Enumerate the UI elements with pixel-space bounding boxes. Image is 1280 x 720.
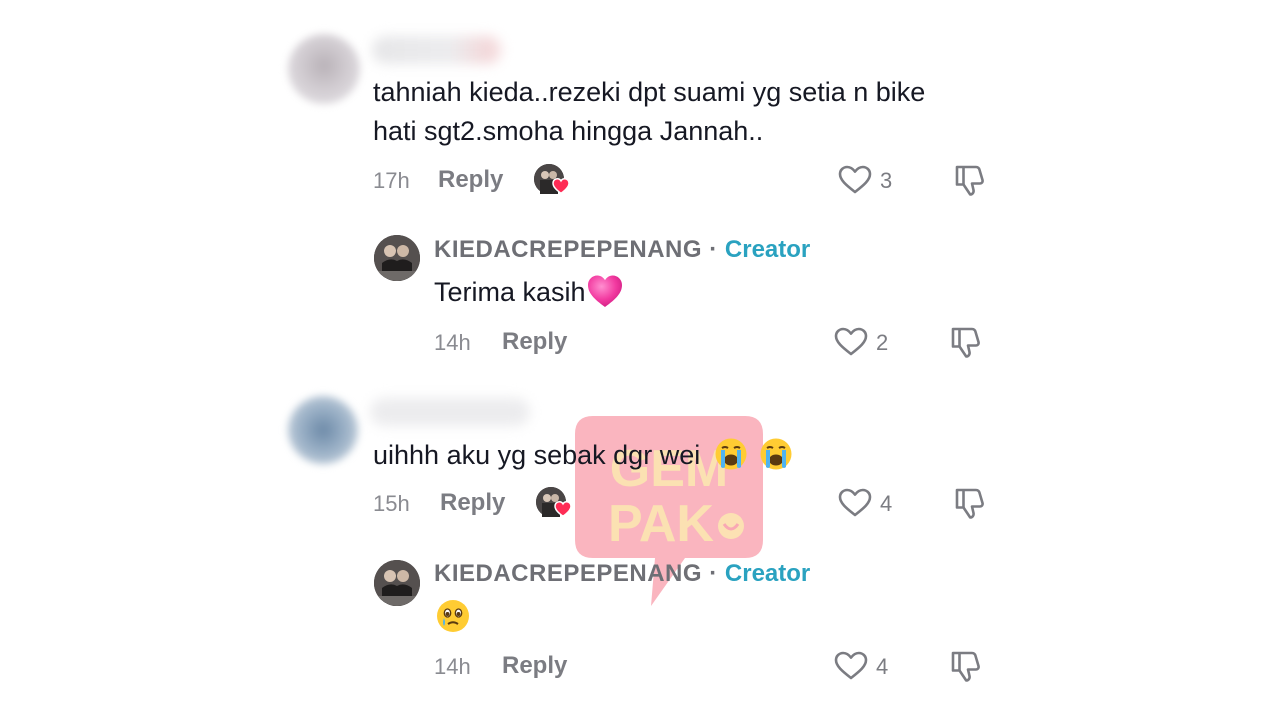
reply-button[interactable]: Reply (502, 328, 567, 356)
like-count: 2 (876, 330, 889, 355)
creator-name-row: KIEDACREPEPENANG · Creator (434, 560, 810, 588)
dislike-icon[interactable] (948, 325, 982, 359)
comment-timestamp: 17h (373, 168, 410, 193)
creator-name-row: KIEDACREPEPENANG · Creator (434, 236, 810, 264)
comment-text-line-1: tahniah kieda..rezeki dpt suami yg setia… (373, 77, 926, 107)
reply-button[interactable]: Reply (438, 166, 503, 194)
commenter-avatar[interactable] (288, 34, 360, 104)
reply-timestamp: 14h (434, 654, 471, 679)
reply-text-content: Terima kasih (434, 277, 586, 307)
face-holding-back-tears-emoji-icon (437, 600, 469, 632)
commenter-username-blurred[interactable] (372, 36, 502, 64)
comment-thread: tahniah kieda..rezeki dpt suami yg setia… (0, 0, 1280, 720)
dislike-icon[interactable] (952, 486, 986, 520)
comment-text-line-2: hati sgt2.smoha hingga Jannah.. (373, 116, 764, 146)
heart-outline-icon[interactable] (834, 651, 868, 681)
reply-button[interactable]: Reply (502, 652, 567, 680)
creator-avatar[interactable] (374, 560, 420, 606)
heart-badge-icon (552, 178, 570, 194)
creator-badge: Creator (724, 236, 811, 263)
heart-outline-icon[interactable] (834, 327, 868, 357)
loudly-crying-face-emoji-icon (715, 438, 747, 470)
separator-dot: · (709, 560, 718, 587)
creator-avatar[interactable] (374, 235, 420, 281)
separator-dot: · (709, 236, 718, 263)
comment-timestamp: 15h (373, 491, 410, 516)
comment-text-content: uihhh aku yg sebak dgr wei (373, 440, 701, 470)
creator-liked-avatar (534, 164, 570, 194)
like-count: 3 (880, 168, 893, 193)
heart-outline-icon[interactable] (838, 165, 872, 195)
dislike-icon[interactable] (948, 649, 982, 683)
comment-text-line-1: uihhh aku yg sebak dgr wei (373, 436, 793, 475)
like-count: 4 (876, 654, 889, 679)
creator-liked-avatar (536, 487, 572, 517)
commenter-avatar[interactable] (288, 396, 358, 464)
reply-timestamp: 14h (434, 330, 471, 355)
growing-heart-emoji-icon (587, 275, 622, 307)
dislike-icon[interactable] (952, 163, 986, 197)
commenter-username-blurred[interactable] (370, 398, 530, 426)
loudly-crying-face-emoji-icon (760, 438, 792, 470)
creator-username[interactable]: KIEDACREPEPENANG (434, 236, 702, 263)
creator-badge: Creator (724, 560, 811, 587)
heart-badge-icon (554, 501, 572, 517)
heart-outline-icon[interactable] (838, 488, 872, 518)
like-count: 4 (880, 491, 893, 516)
watermark-line-2: PAK (608, 495, 714, 553)
creator-username[interactable]: KIEDACREPEPENANG (434, 560, 702, 587)
reply-text: Terima kasih (434, 273, 624, 312)
reply-button[interactable]: Reply (440, 489, 505, 517)
